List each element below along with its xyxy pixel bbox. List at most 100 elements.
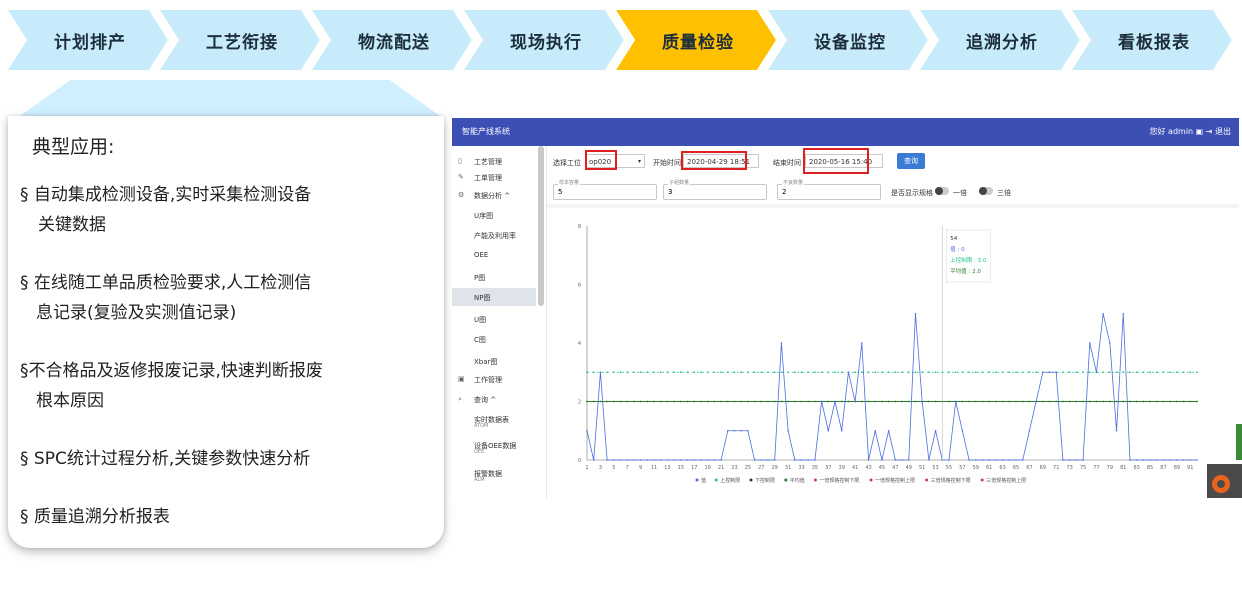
value-point xyxy=(747,429,749,432)
toggle-single[interactable] xyxy=(935,187,949,195)
value-point xyxy=(995,459,997,461)
x-tick-label: 69 xyxy=(1040,465,1046,471)
value-point xyxy=(807,459,810,461)
step-board[interactable]: 看板报表 xyxy=(1072,10,1232,70)
average-point xyxy=(1149,400,1151,403)
value-point xyxy=(767,459,769,461)
bullet-line: § 自动集成检测设备,实时采集检测设备 xyxy=(20,185,312,205)
average-point xyxy=(1055,400,1058,403)
sidebar-item[interactable]: U序图 xyxy=(452,206,536,224)
subgroup-field: 子组数量 3 xyxy=(663,180,767,200)
average-point xyxy=(1015,400,1017,403)
step-equipment[interactable]: 设备监控 xyxy=(768,10,928,70)
tooltip-text: 值 : 0 xyxy=(950,245,965,253)
sidebar-item[interactable]: ⌕ 查询 ^ xyxy=(452,390,536,408)
ucl-point xyxy=(948,371,950,374)
ucl-point xyxy=(659,371,662,374)
subgroup-label: 子组数量 xyxy=(668,180,691,186)
average-point xyxy=(867,400,870,403)
value-point xyxy=(586,429,588,432)
average-point xyxy=(827,400,830,403)
value-point xyxy=(780,342,783,344)
value-point xyxy=(673,459,675,461)
average-point xyxy=(612,400,615,403)
sidebar-item[interactable]: 实时数据表 ATOM xyxy=(452,410,536,429)
ucl-point xyxy=(820,371,823,374)
bullet-line: § 在线随工单品质检验要求,人工检测信 xyxy=(20,273,312,293)
value-point xyxy=(794,459,796,461)
ucl-point xyxy=(713,371,716,374)
x-tick-label: 77 xyxy=(1093,465,1099,471)
step-process[interactable]: 工艺衔接 xyxy=(160,10,320,70)
value-point xyxy=(1048,371,1051,374)
user-menu[interactable]: 您好 admin ▣ ⇥ 退出 xyxy=(1150,126,1232,137)
average-point xyxy=(874,400,877,403)
toggle-triple-label: 三倍 xyxy=(997,189,1011,197)
x-tick-label: 55 xyxy=(946,465,952,471)
average-point xyxy=(1068,400,1071,403)
value-point xyxy=(840,429,843,432)
value-point xyxy=(901,459,903,461)
floating-widget[interactable] xyxy=(1207,464,1242,498)
defect-field: 不良数量 2 xyxy=(777,180,881,200)
ucl-point xyxy=(901,371,903,374)
ucl-point xyxy=(1035,371,1038,374)
sidebar-scrollbar[interactable] xyxy=(538,146,544,306)
ucl-point xyxy=(1082,371,1084,374)
ucl-point xyxy=(814,371,816,374)
step-label: 计划排产 xyxy=(54,32,126,53)
bullet-item: § SPC统计过程分析,关键参数快速分析 xyxy=(20,444,360,474)
query-button[interactable]: 查询 xyxy=(897,153,925,169)
sidebar-item-label: 查询 ^ xyxy=(474,396,497,404)
sidebar-item[interactable]: ✎ 工单管理 xyxy=(452,168,536,186)
value-point xyxy=(1182,459,1185,461)
sidebar-item[interactable]: ⚙ 数据分析 ^ xyxy=(452,186,536,204)
ucl-point xyxy=(646,371,649,374)
value-point xyxy=(974,459,977,461)
average-point xyxy=(974,400,977,403)
sidebar-item[interactable]: OEE xyxy=(452,246,536,264)
value-point xyxy=(639,459,642,461)
x-tick-label: 33 xyxy=(798,465,804,471)
average-point xyxy=(847,400,850,403)
legend-label: 下控制限 xyxy=(755,477,775,484)
value-point xyxy=(1155,459,1158,461)
sidebar-item[interactable]: U图 xyxy=(452,310,536,328)
sidebar-item-label: 数据分析 ^ xyxy=(474,192,511,200)
toggle-triple[interactable] xyxy=(979,187,993,195)
average-point xyxy=(673,400,676,403)
sidebar-item[interactable]: ▣ 工作管理 xyxy=(452,370,536,388)
sidebar-item[interactable]: Xbar图 xyxy=(452,352,536,370)
average-point xyxy=(894,400,897,403)
value-point xyxy=(894,459,897,461)
sidebar-item[interactable]: 产能及利用率 xyxy=(452,226,536,244)
sidebar-item[interactable]: 报警数据 ALM xyxy=(452,464,536,483)
filter-bar: 选择工位 op020 ▾ 开始时间 2020-04-29 18:51 结束时间 … xyxy=(547,146,1239,204)
sample-size-value: 5 xyxy=(558,188,563,196)
menu-icon: ⚙ xyxy=(458,191,465,199)
step-logistics[interactable]: 物流配送 xyxy=(312,10,472,70)
value-point xyxy=(800,459,803,461)
ucl-point xyxy=(1135,371,1138,374)
step-trace[interactable]: 追溯分析 xyxy=(920,10,1080,70)
average-point xyxy=(592,400,595,403)
ucl-point xyxy=(1102,371,1105,374)
sidebar-item[interactable]: 设备OEE数据 OEE xyxy=(452,436,536,455)
step-quality[interactable]: 质量检验 xyxy=(616,10,776,70)
y-tick-label: 4 xyxy=(578,341,581,347)
sidebar-item[interactable]: NP图 xyxy=(452,288,536,306)
step-execution[interactable]: 现场执行 xyxy=(464,10,624,70)
value-point xyxy=(1055,371,1058,374)
average-point xyxy=(653,400,655,403)
step-plan[interactable]: 计划排产 xyxy=(8,10,168,70)
legend-marker xyxy=(749,478,753,482)
ucl-point xyxy=(1108,371,1111,374)
sidebar-item[interactable]: C图 xyxy=(452,330,536,348)
sidebar-item[interactable]: P图 xyxy=(452,268,536,286)
value-point xyxy=(1142,459,1145,461)
ucl-point xyxy=(673,371,676,374)
ucl-point xyxy=(1196,371,1198,374)
value-point xyxy=(626,459,629,461)
value-point xyxy=(1122,312,1125,315)
start-time-label: 开始时间 xyxy=(653,159,681,167)
